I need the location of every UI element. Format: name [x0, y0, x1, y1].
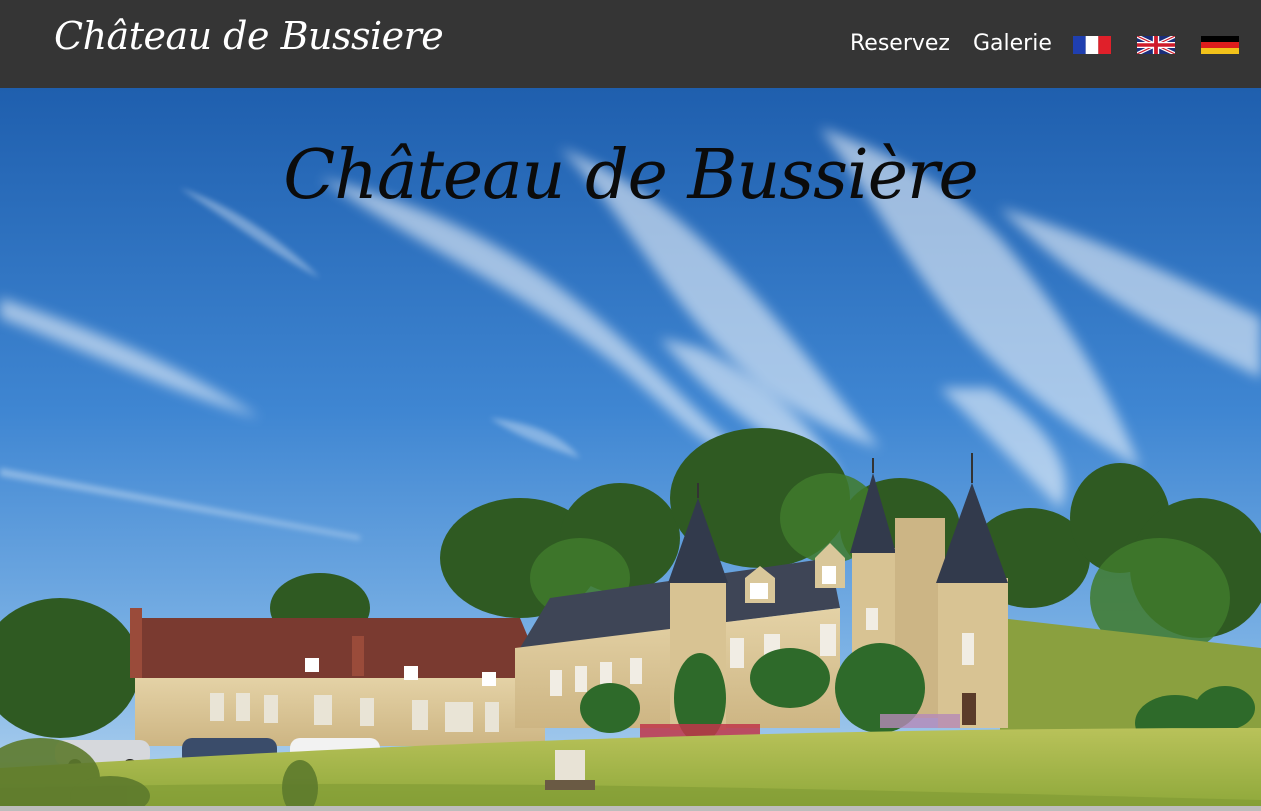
brand-logo-link[interactable]: Château de Bussiere [54, 14, 444, 58]
hero-title: Château de Bussière [283, 136, 979, 215]
nav-link-reservez[interactable]: Reservez [850, 31, 950, 56]
hero-section: Château de Bussière [0, 88, 1261, 808]
germany-flag-icon[interactable] [1201, 36, 1239, 54]
nav-link-galerie[interactable]: Galerie [973, 31, 1052, 56]
navbar: Château de Bussiere Reservez Galerie [0, 0, 1261, 88]
france-flag-icon[interactable] [1073, 36, 1111, 54]
uk-flag-icon[interactable] [1137, 36, 1175, 54]
page-bottom-edge [0, 806, 1261, 811]
